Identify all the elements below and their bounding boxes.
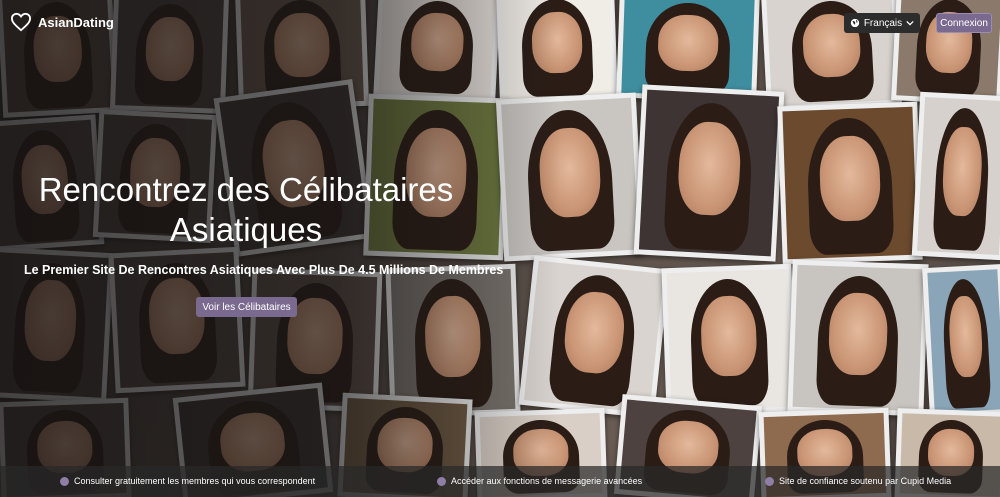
- feature-label: Site de confiance soutenu par Cupid Medi…: [779, 476, 952, 486]
- feature-item: Site de confiance soutenu par Cupid Medi…: [765, 476, 951, 486]
- profile-photo: [777, 101, 923, 265]
- dot-icon: [437, 476, 446, 486]
- profile-photo: [787, 259, 929, 417]
- feature-label: Accéder aux fonctions de messagerie avan…: [451, 476, 643, 486]
- language-selector[interactable]: Français: [844, 13, 920, 33]
- feature-label: Consulter gratuitement les membres qui v…: [74, 476, 316, 486]
- hero-title-line1: Rencontrez des Célibataires: [38, 171, 454, 208]
- profile-photo: [661, 263, 797, 417]
- profile-photo: [911, 91, 1000, 261]
- profile-photo: [633, 84, 785, 262]
- dot-icon: [765, 476, 774, 486]
- heart-icon: [10, 12, 32, 32]
- logo-text: AsianDating: [38, 14, 114, 30]
- site-logo[interactable]: AsianDating: [10, 12, 114, 32]
- view-singles-button[interactable]: Voir les Célibataires: [196, 297, 297, 317]
- chevron-down-icon: [906, 20, 914, 26]
- profile-photo: [922, 264, 1000, 418]
- feature-item: Accéder aux fonctions de messagerie avan…: [437, 476, 642, 486]
- feature-item: Consulter gratuitement les membres qui v…: [60, 476, 315, 486]
- hero-subtitle: Le Premier Site De Rencontres Asiatiques…: [24, 263, 504, 277]
- globe-icon: [850, 18, 859, 28]
- hero-title: Rencontrez des Célibataires Asiatiques: [36, 170, 456, 250]
- dot-icon: [60, 476, 69, 486]
- features-bar: Consulter gratuitement les membres qui v…: [0, 466, 1000, 497]
- login-button[interactable]: Connexion: [936, 13, 992, 33]
- hero-title-line2: Asiatiques: [169, 211, 323, 248]
- language-label: Français: [863, 17, 903, 29]
